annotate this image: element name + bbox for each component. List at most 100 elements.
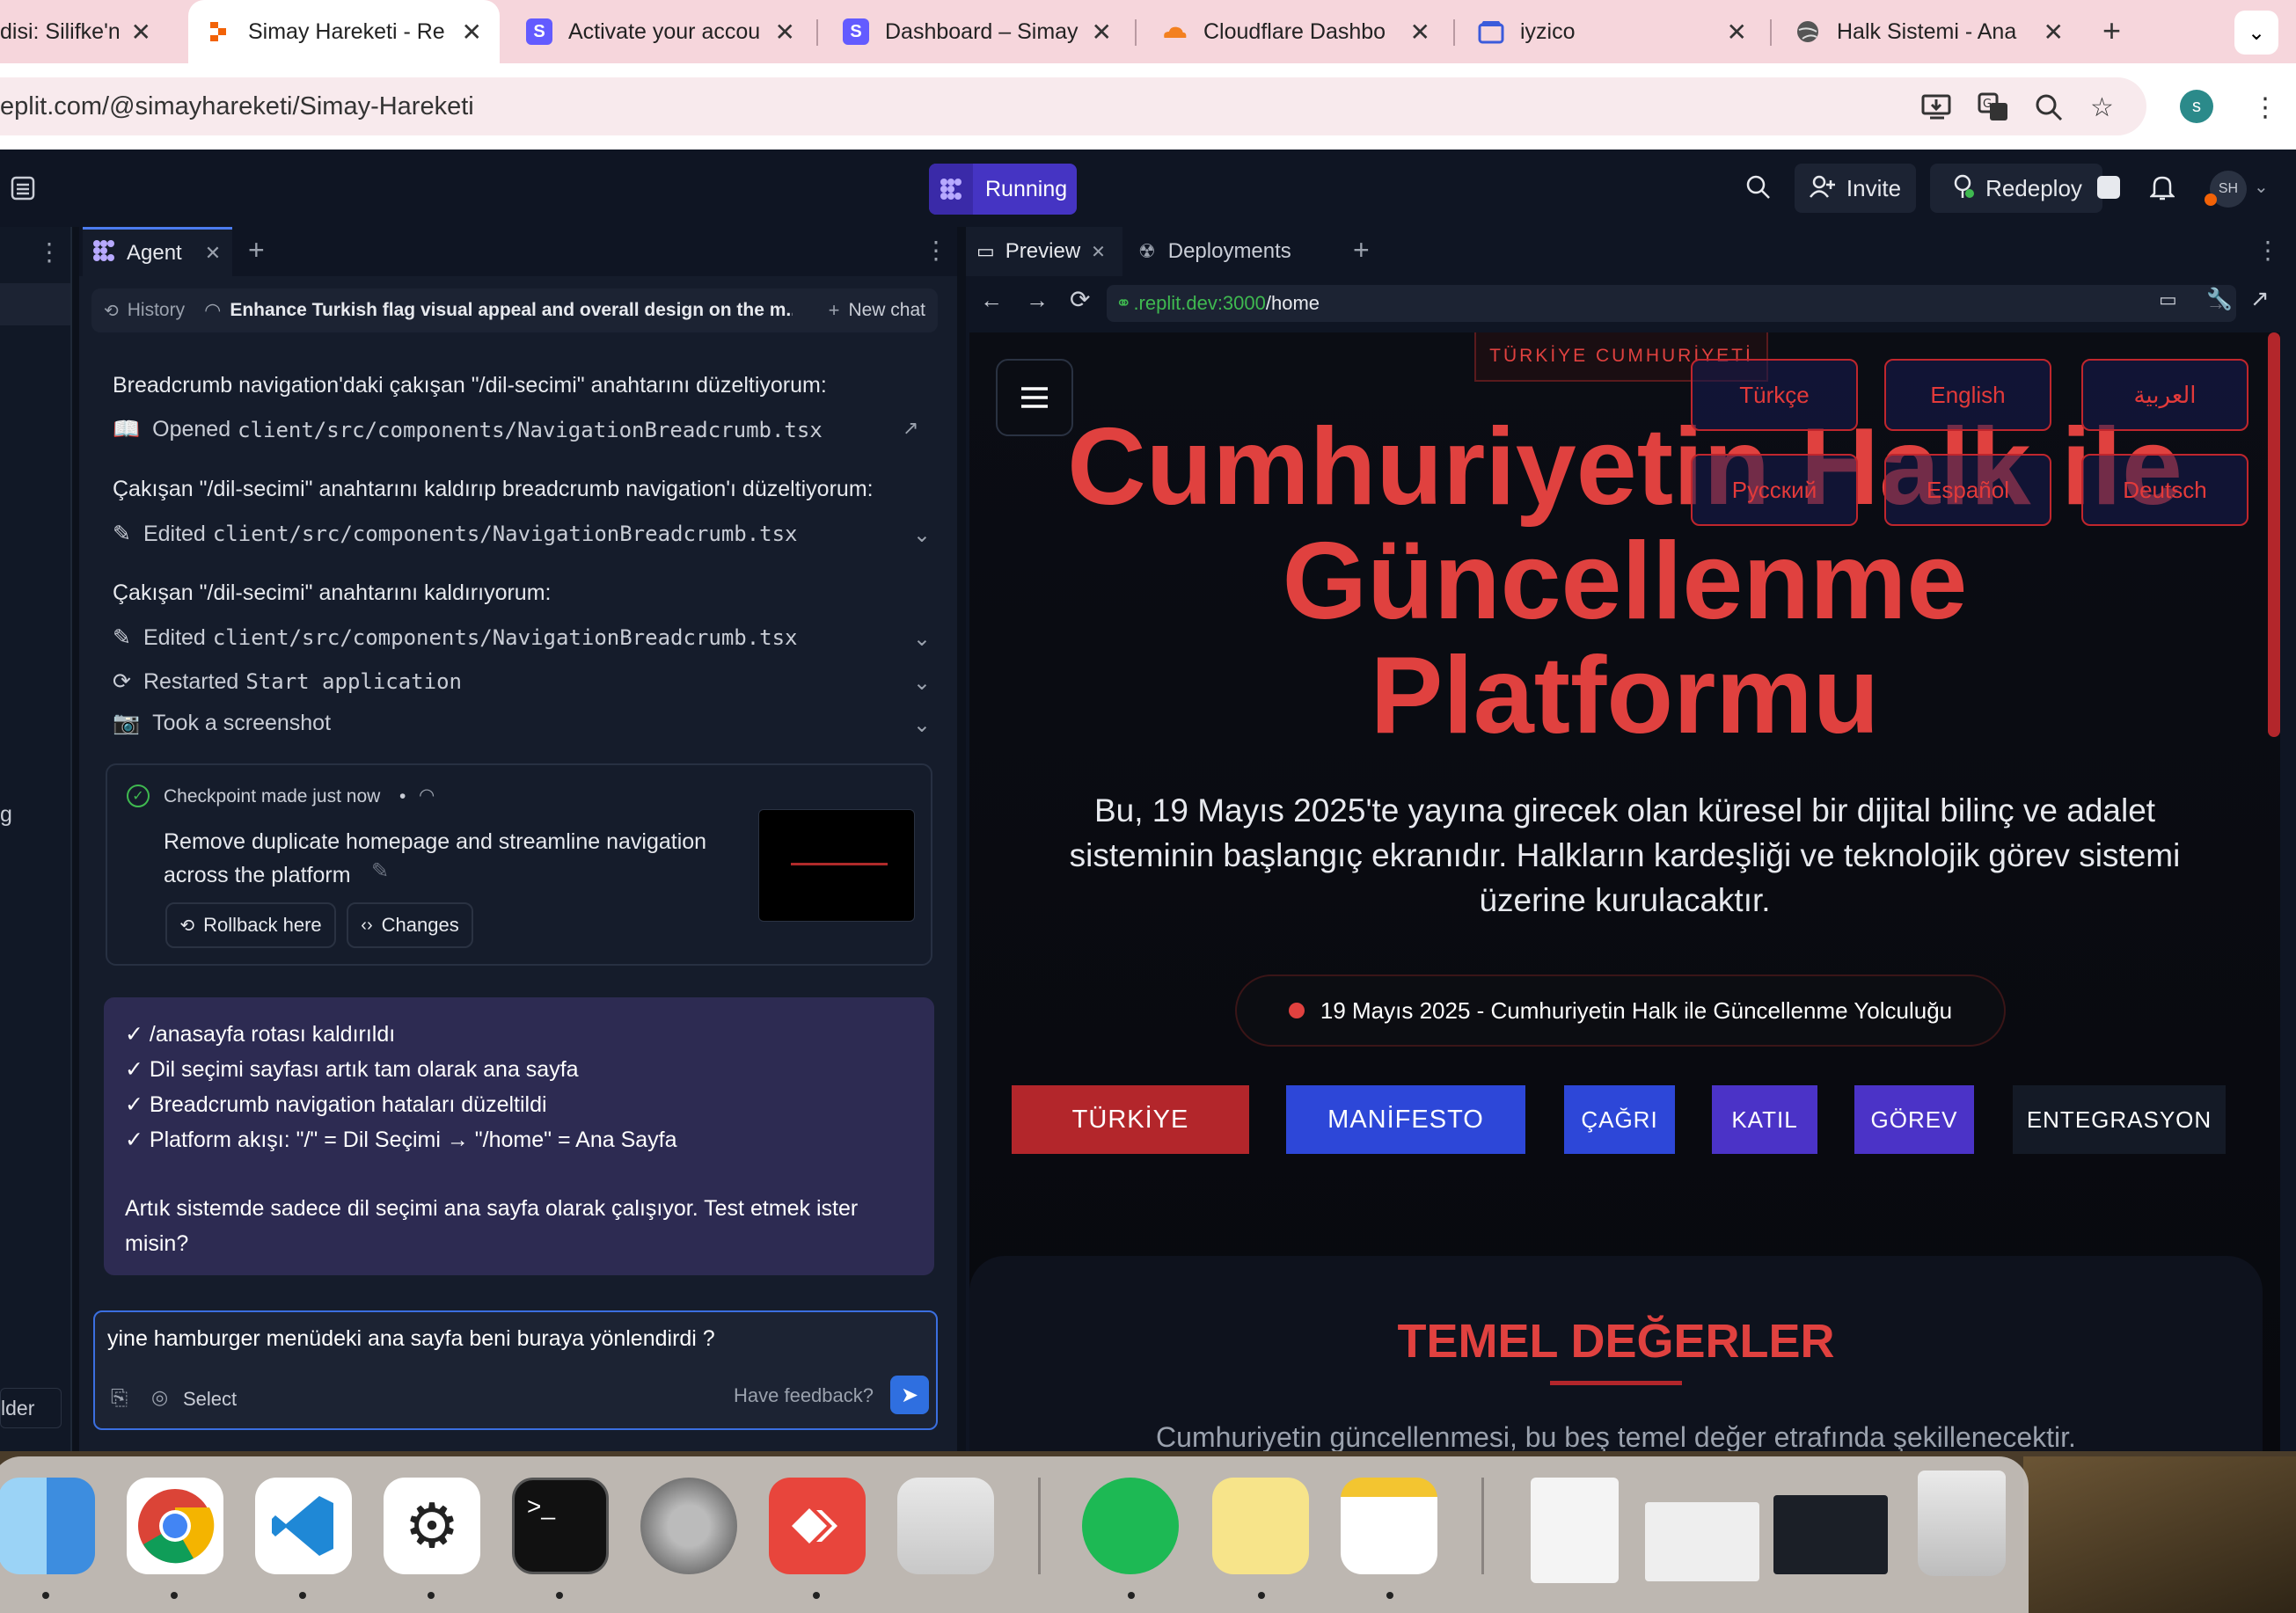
search-icon[interactable]	[1745, 174, 1772, 205]
action-row[interactable]: ⟳ Restarted Start application	[113, 668, 462, 695]
folder-button[interactable]: lder	[0, 1388, 62, 1428]
new-tab-icon[interactable]: +	[2102, 12, 2121, 49]
system-settings-icon[interactable]	[640, 1478, 737, 1574]
install-app-icon[interactable]	[1921, 92, 1953, 128]
panel-menu-icon[interactable]: ⋮	[924, 236, 948, 265]
close-tab-icon[interactable]: ✕	[1727, 18, 1747, 47]
chevron-down-icon[interactable]: ⌄	[913, 522, 931, 548]
history-button[interactable]: History	[128, 300, 185, 321]
open-external-icon[interactable]: ↗	[903, 417, 918, 440]
finder-icon[interactable]	[0, 1478, 95, 1574]
minimized-window-thumbnail[interactable]	[1645, 1502, 1759, 1581]
nav-button-entegrasyon[interactable]: ENTEGRASYON	[2013, 1085, 2226, 1154]
reload-icon[interactable]: ⟳	[1070, 285, 1090, 314]
invite-button[interactable]: Invite	[1795, 164, 1916, 213]
close-tab-icon[interactable]: ✕	[205, 242, 221, 265]
nav-button-gorev[interactable]: GÖREV	[1854, 1085, 1974, 1154]
send-button[interactable]: ➤	[890, 1376, 929, 1414]
new-tab-icon[interactable]: +	[248, 234, 265, 266]
rollback-button[interactable]: ⟲ Rollback here	[165, 902, 336, 948]
vscode-icon[interactable]	[255, 1478, 352, 1574]
calculator-icon[interactable]	[897, 1478, 994, 1574]
close-tab-icon[interactable]: ✕	[1091, 241, 1106, 263]
language-button[interactable]: English	[1884, 359, 2051, 431]
redeploy-button[interactable]: Redeploy	[1930, 164, 2102, 213]
new-tab-icon[interactable]: +	[1353, 234, 1370, 266]
browser-tab[interactable]: disi: Silifke'n ✕	[0, 0, 169, 63]
close-tab-icon[interactable]: ✕	[775, 18, 795, 47]
tab-agent[interactable]: Agent ✕	[83, 227, 232, 276]
minimized-window-thumbnail[interactable]	[1773, 1495, 1888, 1574]
back-icon[interactable]: ←	[980, 287, 1003, 314]
stickies-icon[interactable]	[1212, 1478, 1309, 1574]
changes-button[interactable]: ‹› Changes	[347, 902, 473, 948]
deploy-copy-icon[interactable]	[2097, 176, 2120, 199]
minimized-window-thumbnail[interactable]	[1531, 1478, 1619, 1583]
trash-icon[interactable]	[1918, 1471, 2006, 1576]
file-item-label[interactable]: g	[0, 802, 12, 828]
chrome-icon[interactable]	[127, 1478, 223, 1574]
action-row[interactable]: 📷 Took a screenshot	[113, 711, 331, 736]
close-tab-icon[interactable]: ✕	[2044, 18, 2064, 47]
browser-menu-icon[interactable]: ⋮	[2252, 92, 2278, 123]
chevron-down-icon[interactable]: ⌄	[2254, 176, 2269, 198]
notes-icon[interactable]	[1341, 1478, 1437, 1574]
devtools-wrench-icon[interactable]: 🔧	[2206, 287, 2233, 312]
tab-deployments[interactable]: ☢ Deployments	[1138, 227, 1291, 276]
chevron-down-icon[interactable]: ⌄	[913, 712, 931, 738]
close-tab-icon[interactable]: ✕	[462, 18, 482, 47]
panel-menu-icon[interactable]: ⋮	[37, 237, 62, 266]
language-button[interactable]: Türkçe	[1691, 359, 1858, 431]
profile-avatar[interactable]: s	[2180, 90, 2213, 123]
file-item-selected[interactable]	[0, 283, 70, 325]
language-button[interactable]: Русский	[1691, 454, 1858, 526]
chat-input[interactable]: yine hamburger menüdeki ana sayfa beni b…	[107, 1326, 715, 1352]
run-status-button[interactable]: Running	[929, 164, 1077, 215]
tab-preview[interactable]: ▭ Preview ✕	[966, 227, 1122, 276]
new-chat-button[interactable]: New chat	[848, 300, 925, 321]
spotify-icon[interactable]	[1082, 1478, 1179, 1574]
edit-pencil-icon[interactable]: ✎	[371, 858, 389, 884]
translate-icon[interactable]: G	[1978, 92, 2009, 129]
sidebar-toggle-icon[interactable]	[11, 176, 35, 205]
bookmark-star-icon[interactable]: ☆	[2090, 92, 2114, 123]
chevron-down-icon[interactable]: ⌄	[913, 626, 931, 652]
close-tab-icon[interactable]: ✕	[131, 18, 151, 47]
site-scrollbar[interactable]	[2268, 332, 2280, 737]
action-row[interactable]: ✎ Edited client/src/components/Navigatio…	[113, 624, 798, 651]
nav-button-turkiye[interactable]: TÜRKİYE	[1012, 1085, 1249, 1154]
browser-tab[interactable]: S Dashboard – Simay ✕	[825, 0, 1130, 63]
close-tab-icon[interactable]: ✕	[1092, 18, 1112, 47]
language-button[interactable]: العربية	[2081, 359, 2248, 431]
chevron-down-icon[interactable]: ⌄	[913, 670, 931, 696]
browser-tab[interactable]: Cloudflare Dashbo ✕	[1144, 0, 1448, 63]
anydesk-icon[interactable]	[769, 1478, 866, 1574]
url-field[interactable]: eplit.com/@simayhareketi/Simay-Hareketi	[0, 77, 2146, 135]
select-button[interactable]: Select	[183, 1388, 237, 1411]
nav-button-cagri[interactable]: ÇAĞRI	[1564, 1085, 1675, 1154]
attach-icon[interactable]: ⎘	[111, 1386, 128, 1411]
nav-button-manifesto[interactable]: MANİFESTO	[1286, 1085, 1525, 1154]
open-new-tab-icon[interactable]: ↗	[2250, 285, 2270, 312]
terminal-icon[interactable]: >_	[512, 1478, 609, 1574]
zoom-icon[interactable]	[2034, 92, 2064, 129]
notifications-bell-icon[interactable]	[2148, 174, 2176, 205]
language-button[interactable]: Deutsch	[2081, 454, 2248, 526]
checkpoint-thumbnail[interactable]	[758, 809, 915, 922]
browser-tab[interactable]: iyzico ✕	[1460, 0, 1765, 63]
feedback-link[interactable]: Have feedback?	[734, 1384, 874, 1407]
close-tab-icon[interactable]: ✕	[1410, 18, 1430, 47]
devices-icon[interactable]: ▭	[2159, 288, 2177, 311]
browser-tab[interactable]: Halk Sistemi - Ana ✕	[1777, 0, 2081, 63]
tab-search-icon[interactable]: ⌄	[2234, 11, 2278, 55]
action-row[interactable]: ✎ Edited client/src/components/Navigatio…	[113, 521, 798, 547]
panel-menu-icon[interactable]: ⋮	[2256, 236, 2280, 265]
browser-tab-active[interactable]: Simay Hareketi - Re ✕	[188, 0, 500, 63]
preview-url-field[interactable]: ⚭ .replit.dev:3000 /home →	[1107, 285, 2236, 322]
browser-tab[interactable]: S Activate your accou ✕	[508, 0, 813, 63]
nav-button-katil[interactable]: KATIL	[1712, 1085, 1817, 1154]
tab-preview-label: Preview	[1005, 239, 1081, 263]
chatgpt-icon[interactable]: ⚙	[384, 1478, 480, 1574]
language-button[interactable]: Español	[1884, 454, 2051, 526]
forward-icon[interactable]: →	[1026, 287, 1049, 314]
